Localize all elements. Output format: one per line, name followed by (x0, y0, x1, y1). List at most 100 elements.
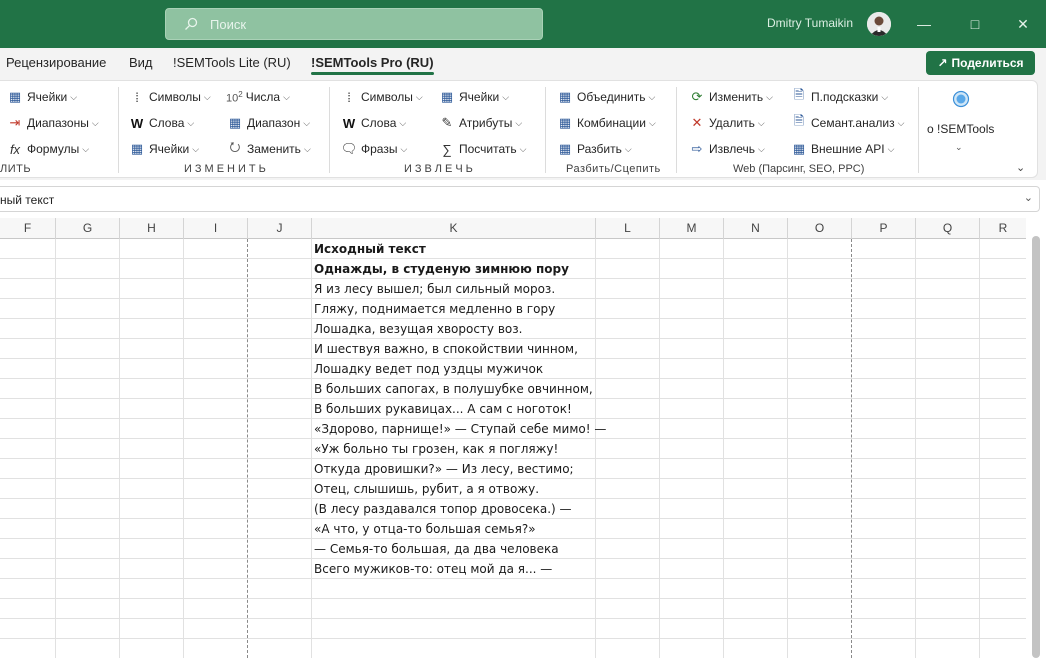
external-api-menu[interactable]: ▦ Внешние API ⌵ (790, 139, 895, 159)
column-header[interactable]: L (596, 218, 660, 239)
minimize-button[interactable]: — (914, 14, 934, 34)
column-header[interactable]: F (0, 218, 56, 239)
cell-k[interactable]: Исходный текст (314, 239, 426, 259)
worksheet-grid[interactable]: Исходный текст Однажды, в студеную зимнюю… (0, 239, 1026, 658)
maximize-button[interactable]: □ (965, 14, 985, 34)
close-button[interactable]: ✕ (1013, 14, 1033, 34)
delete-range-icon: ⇥ (9, 115, 21, 130)
combinations-menu[interactable]: ▦ Комбинации ⌵ (556, 113, 656, 133)
column-header[interactable]: O (788, 218, 852, 239)
web-delete-menu[interactable]: ✕ Удалить ⌵ (688, 113, 765, 133)
tab-view[interactable]: Вид (129, 55, 153, 70)
grid-line (595, 239, 596, 658)
semantic-analysis-menu[interactable]: 🗎 Семант.анализ ⌵ (790, 113, 905, 133)
grid-line (723, 239, 724, 658)
title-bar: Поиск Dmitry Tumaikin — □ ✕ (0, 0, 1046, 48)
extract-words-menu[interactable]: W Слова ⌵ (340, 113, 406, 133)
api-icon: ▦ (792, 141, 806, 156)
cell-k[interactable]: В больших сапогах, в полушубке овчинном, (314, 379, 593, 399)
web-change-menu[interactable]: ⟳ Изменить ⌵ (688, 87, 773, 107)
formulas-menu[interactable]: fx Формулы ⌵ (6, 139, 89, 159)
vertical-scrollbar[interactable] (1032, 236, 1040, 658)
delete-x-icon: ✕ (691, 115, 703, 130)
tab-review[interactable]: Рецензирование (6, 55, 106, 70)
formula-bar[interactable]: ный текст ⌄ (0, 186, 1040, 212)
grid-icon: ▦ (8, 89, 22, 104)
separator (918, 87, 919, 173)
column-headers: F G H I J K L M N O P Q R (0, 218, 1026, 239)
group-label-web: Web (Парсинг, SEO, PPC) (733, 163, 865, 175)
column-header[interactable]: H (120, 218, 184, 239)
column-header[interactable]: G (56, 218, 120, 239)
words-icon: W (342, 115, 356, 131)
ribbon-tabs: Рецензирование Вид !SEMTools Lite (RU) !… (0, 48, 1046, 78)
grid-line (311, 239, 312, 658)
column-header[interactable]: I (184, 218, 248, 239)
grid-icon: ▦ (440, 89, 454, 104)
about-semtools-button[interactable]: о !SEMTools (927, 119, 994, 139)
hints-menu[interactable]: 🗎 П.подсказки ⌵ (790, 87, 888, 107)
split-menu[interactable]: ▦ Разбить ⌵ (556, 139, 632, 159)
chevron-down-icon[interactable]: ⌄ (1024, 191, 1033, 204)
count-menu[interactable]: ∑ Посчитать ⌵ (438, 139, 526, 159)
cell-k[interactable]: В больших рукавицах... А сам с ноготок! (314, 399, 572, 419)
avatar[interactable] (867, 12, 891, 36)
ribbon-panel: ▦ Ячейки ⌵ ⇥ Диапазоны ⌵ fx Формулы ⌵ ЛИТЬ ⁞ Си… (0, 80, 1038, 178)
column-header[interactable]: J (248, 218, 312, 239)
user-name[interactable]: Dmitry Tumaikin (767, 16, 853, 30)
cell-k[interactable]: «А что, у отца-то большая семья?» (314, 519, 536, 539)
ribbon-collapse-icon[interactable]: ⌄ (1016, 161, 1025, 174)
paint-bucket-icon: ✎ (441, 115, 453, 130)
cell-k[interactable]: Я из лесу вышел; был сильный мороз. (314, 279, 555, 299)
column-header[interactable]: Q (916, 218, 980, 239)
share-button[interactable]: ↗ Поделиться (926, 51, 1035, 75)
extract-cells-menu[interactable]: ▦ Ячейки ⌵ (438, 87, 509, 107)
column-header[interactable]: R (980, 218, 1026, 239)
web-extract-menu[interactable]: ⇨ Извлечь ⌵ (688, 139, 765, 159)
phrases-menu[interactable]: 🗨 Фразы ⌵ (340, 139, 408, 159)
cell-k[interactable]: «Здорово, парнище!» — Ступай себе мимо! … (314, 419, 606, 439)
grid-line (0, 638, 1026, 639)
cell-k[interactable]: — Семья-то большая, да два человека (314, 539, 559, 559)
extract-symbols-menu[interactable]: ⁞ Символы ⌵ (340, 87, 423, 107)
cell-k[interactable]: Однажды, в студеную зимнюю пору (314, 259, 569, 279)
cell-k[interactable]: Всего мужиков-то: отец мой да я... — (314, 559, 552, 579)
ranges-menu[interactable]: ⇥ Диапазоны ⌵ (6, 113, 99, 133)
grid-line (787, 239, 788, 658)
column-header[interactable]: P (852, 218, 916, 239)
tab-semtools-pro[interactable]: !SEMTools Pro (RU) (311, 55, 434, 75)
cell-k[interactable]: (В лесу раздавался топор дровосека.) — (314, 499, 572, 519)
words-menu[interactable]: W Слова ⌵ (128, 113, 194, 133)
cell-k[interactable]: Лошадка, везущая хворосту воз. (314, 319, 522, 339)
cell-k[interactable]: И шествуя важно, в спокойствии чинном, (314, 339, 578, 359)
chevron-down-icon[interactable]: ⌄ (955, 137, 963, 157)
page-break-line (247, 239, 248, 658)
attributes-menu[interactable]: ✎ Атрибуты ⌵ (438, 113, 523, 133)
replace-icon: ⭮ (229, 139, 241, 154)
grid-line (979, 239, 980, 658)
group-label-delete: ЛИТЬ (0, 163, 32, 175)
symbols-menu[interactable]: ⁞ Символы ⌵ (128, 87, 211, 107)
column-header[interactable]: K (312, 218, 596, 239)
replace-menu[interactable]: ⭮ Заменить ⌵ (226, 139, 311, 159)
cell-k[interactable]: Отец, слышишь, рубит, а я отвожу. (314, 479, 539, 499)
share-label: Поделиться (951, 56, 1024, 70)
grid-line (915, 239, 916, 658)
merge-menu[interactable]: ▦ Объединить ⌵ (556, 87, 656, 107)
column-header[interactable]: N (724, 218, 788, 239)
merge-icon: ▦ (558, 89, 572, 104)
cell-k[interactable]: Гляжу, поднимается медленно в гору (314, 299, 555, 319)
search-box[interactable]: Поиск (165, 8, 543, 40)
group-label-split: Разбить/Сцепить (566, 163, 661, 175)
numbers-menu[interactable]: 102 Числа ⌵ (226, 87, 290, 107)
column-header[interactable]: M (660, 218, 724, 239)
grid-line (659, 239, 660, 658)
cells-menu-1[interactable]: ▦ Ячейки ⌵ (6, 87, 77, 107)
search-placeholder: Поиск (210, 16, 247, 32)
range-menu[interactable]: ▦ Диапазон ⌵ (226, 113, 310, 133)
tab-semtools-lite[interactable]: !SEMTools Lite (RU) (173, 55, 291, 70)
cell-k[interactable]: Лошадку ведет под уздцы мужичок (314, 359, 543, 379)
cells-menu-2[interactable]: ▦ Ячейки ⌵ (128, 139, 199, 159)
cell-k[interactable]: «Уж больно ты грозен, как я погляжу! (314, 439, 558, 459)
cell-k[interactable]: Откуда дровишки?» — Из лесу, вестимо; (314, 459, 574, 479)
